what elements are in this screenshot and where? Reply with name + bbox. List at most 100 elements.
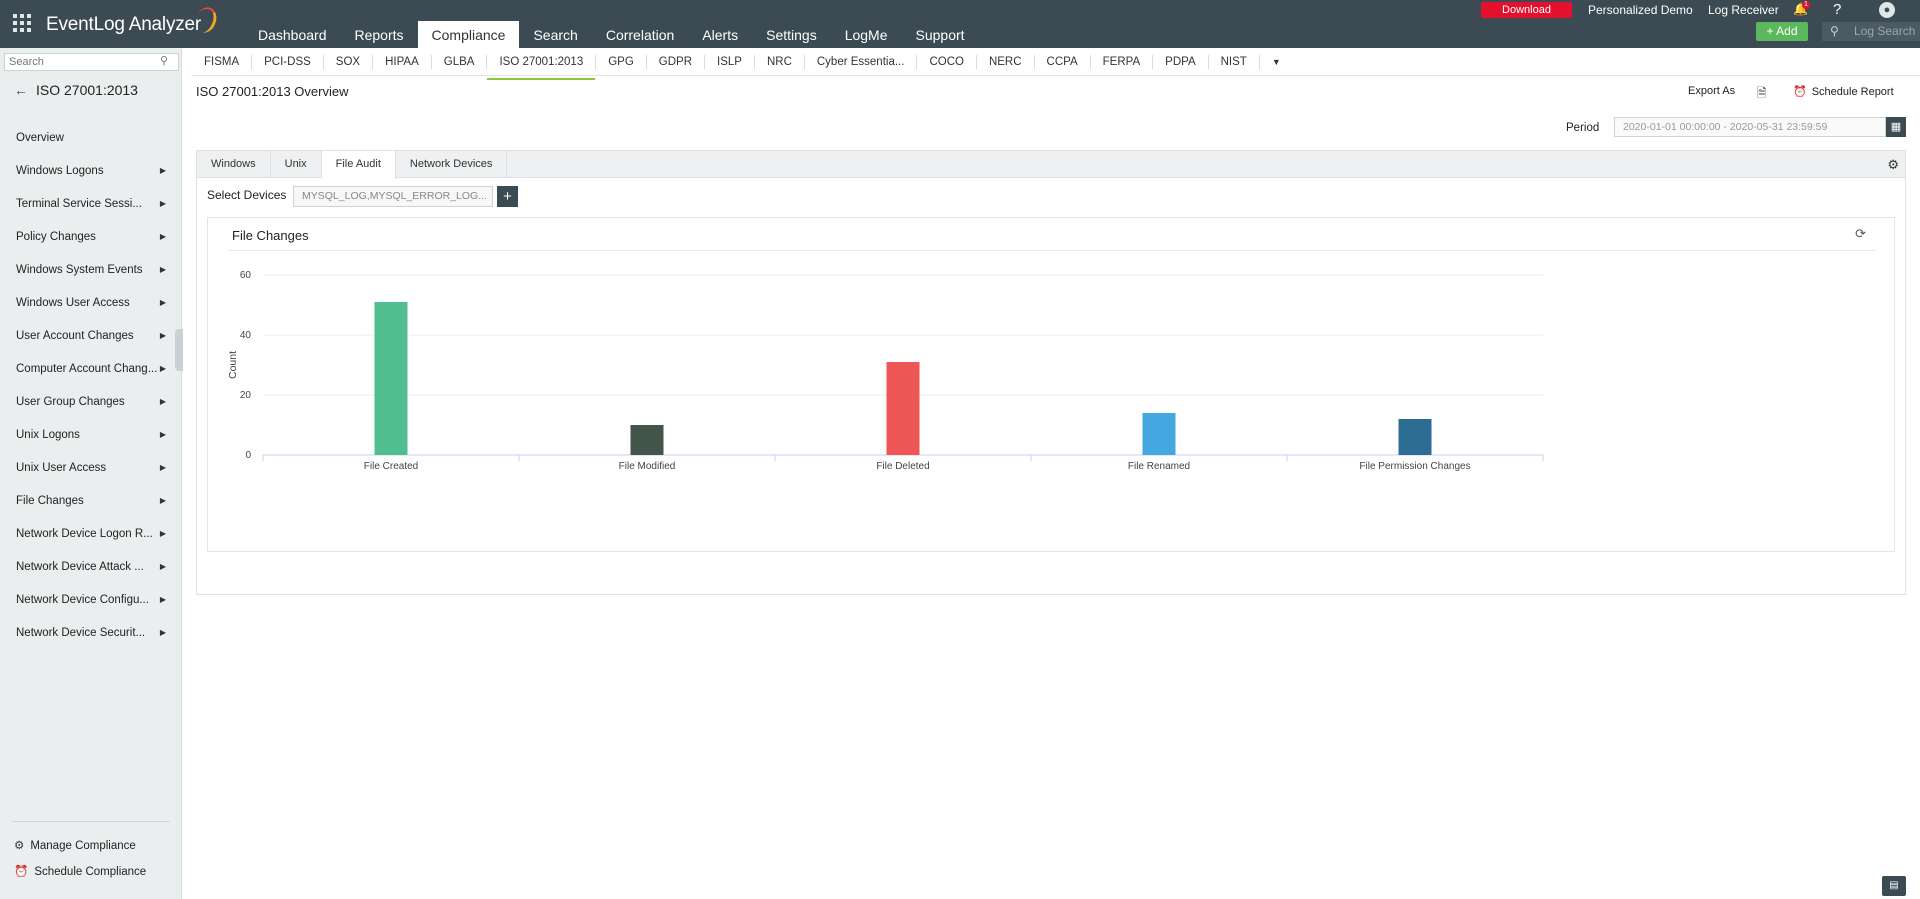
- file-changes-bar-chart: 0 20 40 60 Count File Created File Modified Fil…: [227, 270, 1544, 472]
- sidebar-item-user-account-changes[interactable]: User Account Changes ▶: [0, 319, 182, 352]
- tab-ferpa[interactable]: FERPA: [1091, 54, 1154, 69]
- sidebar-item-windows-user-access[interactable]: Windows User Access ▶: [0, 286, 182, 319]
- caret-right-icon: ▶: [159, 562, 166, 571]
- personalized-demo-link[interactable]: Personalized Demo: [1588, 3, 1693, 17]
- x-tick-label: File Renamed: [1128, 461, 1190, 472]
- sidebar-item-file-changes[interactable]: File Changes ▶: [0, 484, 182, 517]
- more-tabs-dropdown-icon[interactable]: ▼: [1260, 57, 1293, 67]
- sidebar-collapse-handle[interactable]: [175, 329, 183, 371]
- tab-iso-27001-2013[interactable]: ISO 27001:2013: [487, 54, 597, 80]
- gear-icon: ⚙: [14, 840, 25, 852]
- sidebar-item-label: File Changes: [16, 494, 84, 507]
- sidebar-item-network-device-attack[interactable]: Network Device Attack ... ▶: [0, 550, 182, 583]
- export-as-button[interactable]: Export As: [1688, 85, 1735, 97]
- sidebar-item-windows-system-events[interactable]: Windows System Events ▶: [0, 253, 182, 286]
- app-logo[interactable]: EventLog Analyzer: [46, 14, 201, 36]
- sidebar-item-windows-logons[interactable]: Windows Logons ▶: [0, 154, 182, 187]
- sidebar-item-label: Overview: [16, 131, 64, 144]
- app-grid-icon[interactable]: [13, 14, 31, 32]
- sidebar-item-user-group-changes[interactable]: User Group Changes ▶: [0, 385, 182, 418]
- chat-feedback-icon[interactable]: ▤: [1882, 876, 1906, 896]
- alarm-clock-icon: ⏰: [14, 866, 29, 878]
- back-arrow-icon[interactable]: ←: [14, 82, 28, 98]
- nav-search[interactable]: Search: [519, 21, 591, 48]
- export-pdf-icon[interactable]: 🗎: [1757, 84, 1767, 105]
- bar-file-modified[interactable]: [630, 425, 664, 455]
- nav-settings[interactable]: Settings: [752, 21, 831, 48]
- sidebar-item-network-device-securit[interactable]: Network Device Securit... ▶: [0, 616, 182, 649]
- sidebar-item-computer-account-chang[interactable]: Computer Account Chang... ▶: [0, 352, 182, 385]
- nav-reports[interactable]: Reports: [341, 21, 418, 48]
- download-button[interactable]: Download: [1481, 2, 1572, 18]
- log-search-input[interactable]: ⚲ Log Search: [1822, 22, 1920, 41]
- bar-file-deleted[interactable]: [886, 362, 920, 455]
- caret-right-icon: ▶: [159, 529, 166, 538]
- tab-pdpa[interactable]: PDPA: [1153, 54, 1209, 69]
- nav-correlation[interactable]: Correlation: [592, 21, 688, 48]
- nav-logme[interactable]: LogMe: [831, 21, 902, 48]
- sidebar-item-label: Computer Account Chang...: [16, 362, 158, 375]
- sidebar-item-label: Terminal Service Sessi...: [16, 197, 142, 210]
- sidebar-item-label: Network Device Securit...: [16, 626, 146, 639]
- file-changes-chart-card: File Changes ⟳ 0 20 40 60 Count File Created F…: [207, 217, 1895, 552]
- sidebar-search-input[interactable]: [4, 53, 179, 71]
- device-type-tabs: Windows Unix File Audit Network Devices: [197, 151, 1905, 179]
- schedule-report-button[interactable]: ⏰ Schedule Report: [1793, 85, 1894, 98]
- nav-dashboard[interactable]: Dashboard: [244, 21, 341, 48]
- tab-windows[interactable]: Windows: [197, 151, 271, 178]
- tab-sox[interactable]: SOX: [324, 54, 374, 69]
- caret-right-icon: ▶: [159, 496, 166, 505]
- help-icon[interactable]: ?: [1833, 1, 1841, 18]
- tab-file-audit[interactable]: File Audit: [321, 151, 396, 179]
- tab-nerc[interactable]: NERC: [977, 54, 1035, 69]
- nav-alerts[interactable]: Alerts: [688, 21, 752, 48]
- nav-support[interactable]: Support: [902, 21, 979, 48]
- sidebar-item-label: Windows User Access: [16, 296, 130, 309]
- sidebar-item-terminal-service-sessi[interactable]: Terminal Service Sessi... ▶: [0, 187, 182, 220]
- tab-nist[interactable]: NIST: [1209, 54, 1260, 69]
- tab-network-devices[interactable]: Network Devices: [396, 151, 508, 178]
- caret-right-icon: ▶: [159, 397, 166, 406]
- calendar-icon[interactable]: ▦: [1886, 117, 1906, 137]
- tab-cyber-essentia[interactable]: Cyber Essentia...: [805, 54, 918, 69]
- caret-right-icon: ▶: [159, 166, 166, 175]
- gear-icon[interactable]: ⚙: [1887, 157, 1899, 173]
- tab-gpg[interactable]: GPG: [596, 54, 647, 69]
- add-device-button[interactable]: +: [497, 186, 518, 207]
- nav-compliance[interactable]: Compliance: [417, 21, 520, 48]
- sidebar-item-label: Windows System Events: [16, 263, 143, 276]
- bar-file-renamed[interactable]: [1142, 413, 1176, 455]
- period-input[interactable]: 2020-01-01 00:00:00 - 2020-05-31 23:59:5…: [1614, 117, 1886, 137]
- select-devices-label: Select Devices: [207, 188, 287, 202]
- tab-islp[interactable]: ISLP: [705, 54, 755, 69]
- tab-glba[interactable]: GLBA: [432, 54, 488, 69]
- sidebar-item-unix-logons[interactable]: Unix Logons ▶: [0, 418, 182, 451]
- user-avatar-icon[interactable]: ●: [1879, 2, 1895, 18]
- manage-compliance-link[interactable]: ⚙ Manage Compliance: [14, 838, 136, 852]
- tab-pci-dss[interactable]: PCI-DSS: [252, 54, 324, 69]
- tab-fisma[interactable]: FISMA: [192, 54, 253, 69]
- search-icon: ⚲: [1830, 24, 1839, 38]
- bar-file-permission-changes[interactable]: [1398, 419, 1432, 455]
- search-icon[interactable]: ⚲: [160, 54, 168, 67]
- log-receiver-link[interactable]: Log Receiver: [1708, 3, 1779, 17]
- y-tick-label: 60: [240, 270, 252, 281]
- sidebar-item-unix-user-access[interactable]: Unix User Access ▶: [0, 451, 182, 484]
- caret-right-icon: ▶: [159, 430, 166, 439]
- tab-unix[interactable]: Unix: [271, 151, 322, 178]
- manage-compliance-label: Manage Compliance: [30, 840, 136, 852]
- tab-nrc[interactable]: NRC: [755, 54, 805, 69]
- bar-file-created[interactable]: [374, 302, 408, 455]
- tab-hipaa[interactable]: HIPAA: [373, 54, 432, 69]
- tab-gdpr[interactable]: GDPR: [647, 54, 706, 69]
- sidebar-item-policy-changes[interactable]: Policy Changes ▶: [0, 220, 182, 253]
- sidebar-item-label: User Group Changes: [16, 395, 125, 408]
- sidebar-item-overview[interactable]: Overview: [0, 121, 182, 154]
- tab-ccpa[interactable]: CCPA: [1035, 54, 1091, 69]
- sidebar-item-network-device-configu[interactable]: Network Device Configu... ▶: [0, 583, 182, 616]
- schedule-compliance-link[interactable]: ⏰ Schedule Compliance: [14, 864, 146, 878]
- devices-input[interactable]: MYSQL_LOG,MYSQL_ERROR_LOG...: [293, 186, 493, 207]
- tab-coco[interactable]: COCO: [917, 54, 977, 69]
- sidebar-item-network-device-logon-r[interactable]: Network Device Logon R... ▶: [0, 517, 182, 550]
- add-button[interactable]: + Add: [1756, 22, 1808, 41]
